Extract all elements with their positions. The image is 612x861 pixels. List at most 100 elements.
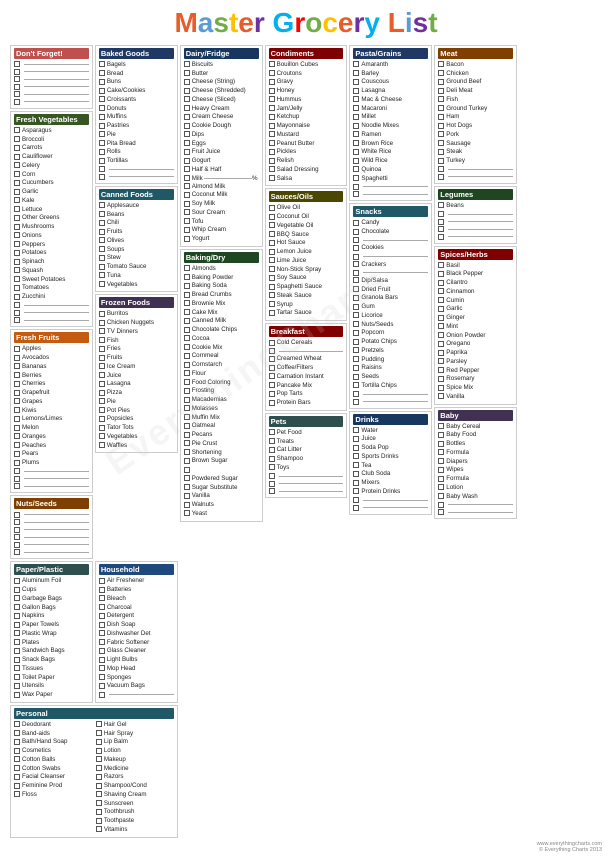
checkbox[interactable] bbox=[269, 175, 275, 181]
checkbox[interactable] bbox=[14, 407, 20, 413]
checkbox[interactable] bbox=[438, 385, 444, 391]
checkbox[interactable] bbox=[14, 587, 20, 593]
checkbox[interactable] bbox=[269, 447, 275, 453]
checkbox[interactable] bbox=[438, 297, 444, 303]
checkbox[interactable] bbox=[353, 191, 359, 197]
checkbox[interactable] bbox=[438, 123, 444, 129]
checkbox[interactable] bbox=[184, 318, 190, 324]
checkbox[interactable] bbox=[353, 237, 359, 243]
checkbox[interactable] bbox=[14, 756, 20, 762]
checkbox[interactable] bbox=[96, 809, 102, 815]
checkbox[interactable] bbox=[184, 344, 190, 350]
checkbox[interactable] bbox=[99, 202, 105, 208]
checkbox[interactable] bbox=[14, 310, 20, 316]
checkbox[interactable] bbox=[14, 468, 20, 474]
checkbox[interactable] bbox=[269, 166, 275, 172]
checkbox[interactable] bbox=[438, 323, 444, 329]
checkbox[interactable] bbox=[353, 79, 359, 85]
checkbox[interactable] bbox=[438, 484, 444, 490]
checkbox[interactable] bbox=[14, 730, 20, 736]
checkbox[interactable] bbox=[353, 295, 359, 301]
checkbox[interactable] bbox=[184, 493, 190, 499]
checkbox[interactable] bbox=[353, 374, 359, 380]
checkbox[interactable] bbox=[353, 330, 359, 336]
checkbox[interactable] bbox=[96, 721, 102, 727]
checkbox[interactable] bbox=[14, 363, 20, 369]
checkbox[interactable] bbox=[184, 274, 190, 280]
checkbox[interactable] bbox=[184, 327, 190, 333]
checkbox[interactable] bbox=[14, 206, 20, 212]
checkbox[interactable] bbox=[269, 284, 275, 290]
checkbox[interactable] bbox=[184, 209, 190, 215]
checkbox[interactable] bbox=[269, 123, 275, 129]
checkbox[interactable] bbox=[353, 365, 359, 371]
checkbox[interactable] bbox=[14, 692, 20, 698]
checkbox[interactable] bbox=[184, 105, 190, 111]
checkbox[interactable] bbox=[438, 226, 444, 232]
checkbox[interactable] bbox=[14, 483, 20, 489]
checkbox[interactable] bbox=[184, 292, 190, 298]
checkbox[interactable] bbox=[353, 123, 359, 129]
checkbox[interactable] bbox=[184, 423, 190, 429]
checkbox[interactable] bbox=[14, 145, 20, 151]
checkbox[interactable] bbox=[438, 449, 444, 455]
checkbox[interactable] bbox=[14, 765, 20, 771]
checkbox[interactable] bbox=[353, 286, 359, 292]
checkbox[interactable] bbox=[269, 365, 275, 371]
checkbox[interactable] bbox=[269, 140, 275, 146]
checkbox[interactable] bbox=[353, 158, 359, 164]
checkbox[interactable] bbox=[269, 429, 275, 435]
checkbox[interactable] bbox=[96, 739, 102, 745]
checkbox[interactable] bbox=[269, 473, 275, 479]
checkbox[interactable] bbox=[438, 131, 444, 137]
checkbox[interactable] bbox=[14, 285, 20, 291]
checkbox[interactable] bbox=[269, 79, 275, 85]
checkbox[interactable] bbox=[14, 604, 20, 610]
checkbox[interactable] bbox=[99, 433, 105, 439]
checkbox[interactable] bbox=[184, 458, 190, 464]
checkbox[interactable] bbox=[438, 271, 444, 277]
checkbox[interactable] bbox=[184, 166, 190, 172]
checkbox[interactable] bbox=[353, 312, 359, 318]
checkbox[interactable] bbox=[353, 445, 359, 451]
checkbox[interactable] bbox=[353, 356, 359, 362]
checkbox[interactable] bbox=[14, 774, 20, 780]
checkbox[interactable] bbox=[269, 356, 275, 362]
checkbox[interactable] bbox=[14, 276, 20, 282]
checkbox[interactable] bbox=[438, 140, 444, 146]
checkbox[interactable] bbox=[184, 300, 190, 306]
checkbox[interactable] bbox=[14, 665, 20, 671]
checkbox[interactable] bbox=[184, 432, 190, 438]
checkbox[interactable] bbox=[14, 355, 20, 361]
checkbox[interactable] bbox=[14, 674, 20, 680]
checkbox[interactable] bbox=[438, 158, 444, 164]
checkbox[interactable] bbox=[438, 149, 444, 155]
checkbox[interactable] bbox=[353, 70, 359, 76]
checkbox[interactable] bbox=[269, 149, 275, 155]
checkbox[interactable] bbox=[438, 358, 444, 364]
checkbox[interactable] bbox=[353, 462, 359, 468]
checkbox[interactable] bbox=[14, 683, 20, 689]
checkbox[interactable] bbox=[99, 174, 105, 180]
checkbox[interactable] bbox=[96, 818, 102, 824]
checkbox[interactable] bbox=[438, 211, 444, 217]
checkbox[interactable] bbox=[99, 88, 105, 94]
checkbox[interactable] bbox=[14, 398, 20, 404]
checkbox[interactable] bbox=[99, 123, 105, 129]
checkbox[interactable] bbox=[99, 416, 105, 422]
checkbox[interactable] bbox=[96, 774, 102, 780]
checkbox[interactable] bbox=[184, 379, 190, 385]
checkbox[interactable] bbox=[96, 765, 102, 771]
checkbox[interactable] bbox=[99, 381, 105, 387]
checkbox[interactable] bbox=[99, 630, 105, 636]
checkbox[interactable] bbox=[14, 390, 20, 396]
checkbox[interactable] bbox=[99, 114, 105, 120]
checkbox[interactable] bbox=[353, 304, 359, 310]
checkbox[interactable] bbox=[99, 140, 105, 146]
checkbox[interactable] bbox=[353, 254, 359, 260]
checkbox[interactable] bbox=[14, 442, 20, 448]
checkbox[interactable] bbox=[438, 166, 444, 172]
checkbox[interactable] bbox=[184, 88, 190, 94]
checkbox[interactable] bbox=[269, 488, 275, 494]
checkbox[interactable] bbox=[99, 622, 105, 628]
